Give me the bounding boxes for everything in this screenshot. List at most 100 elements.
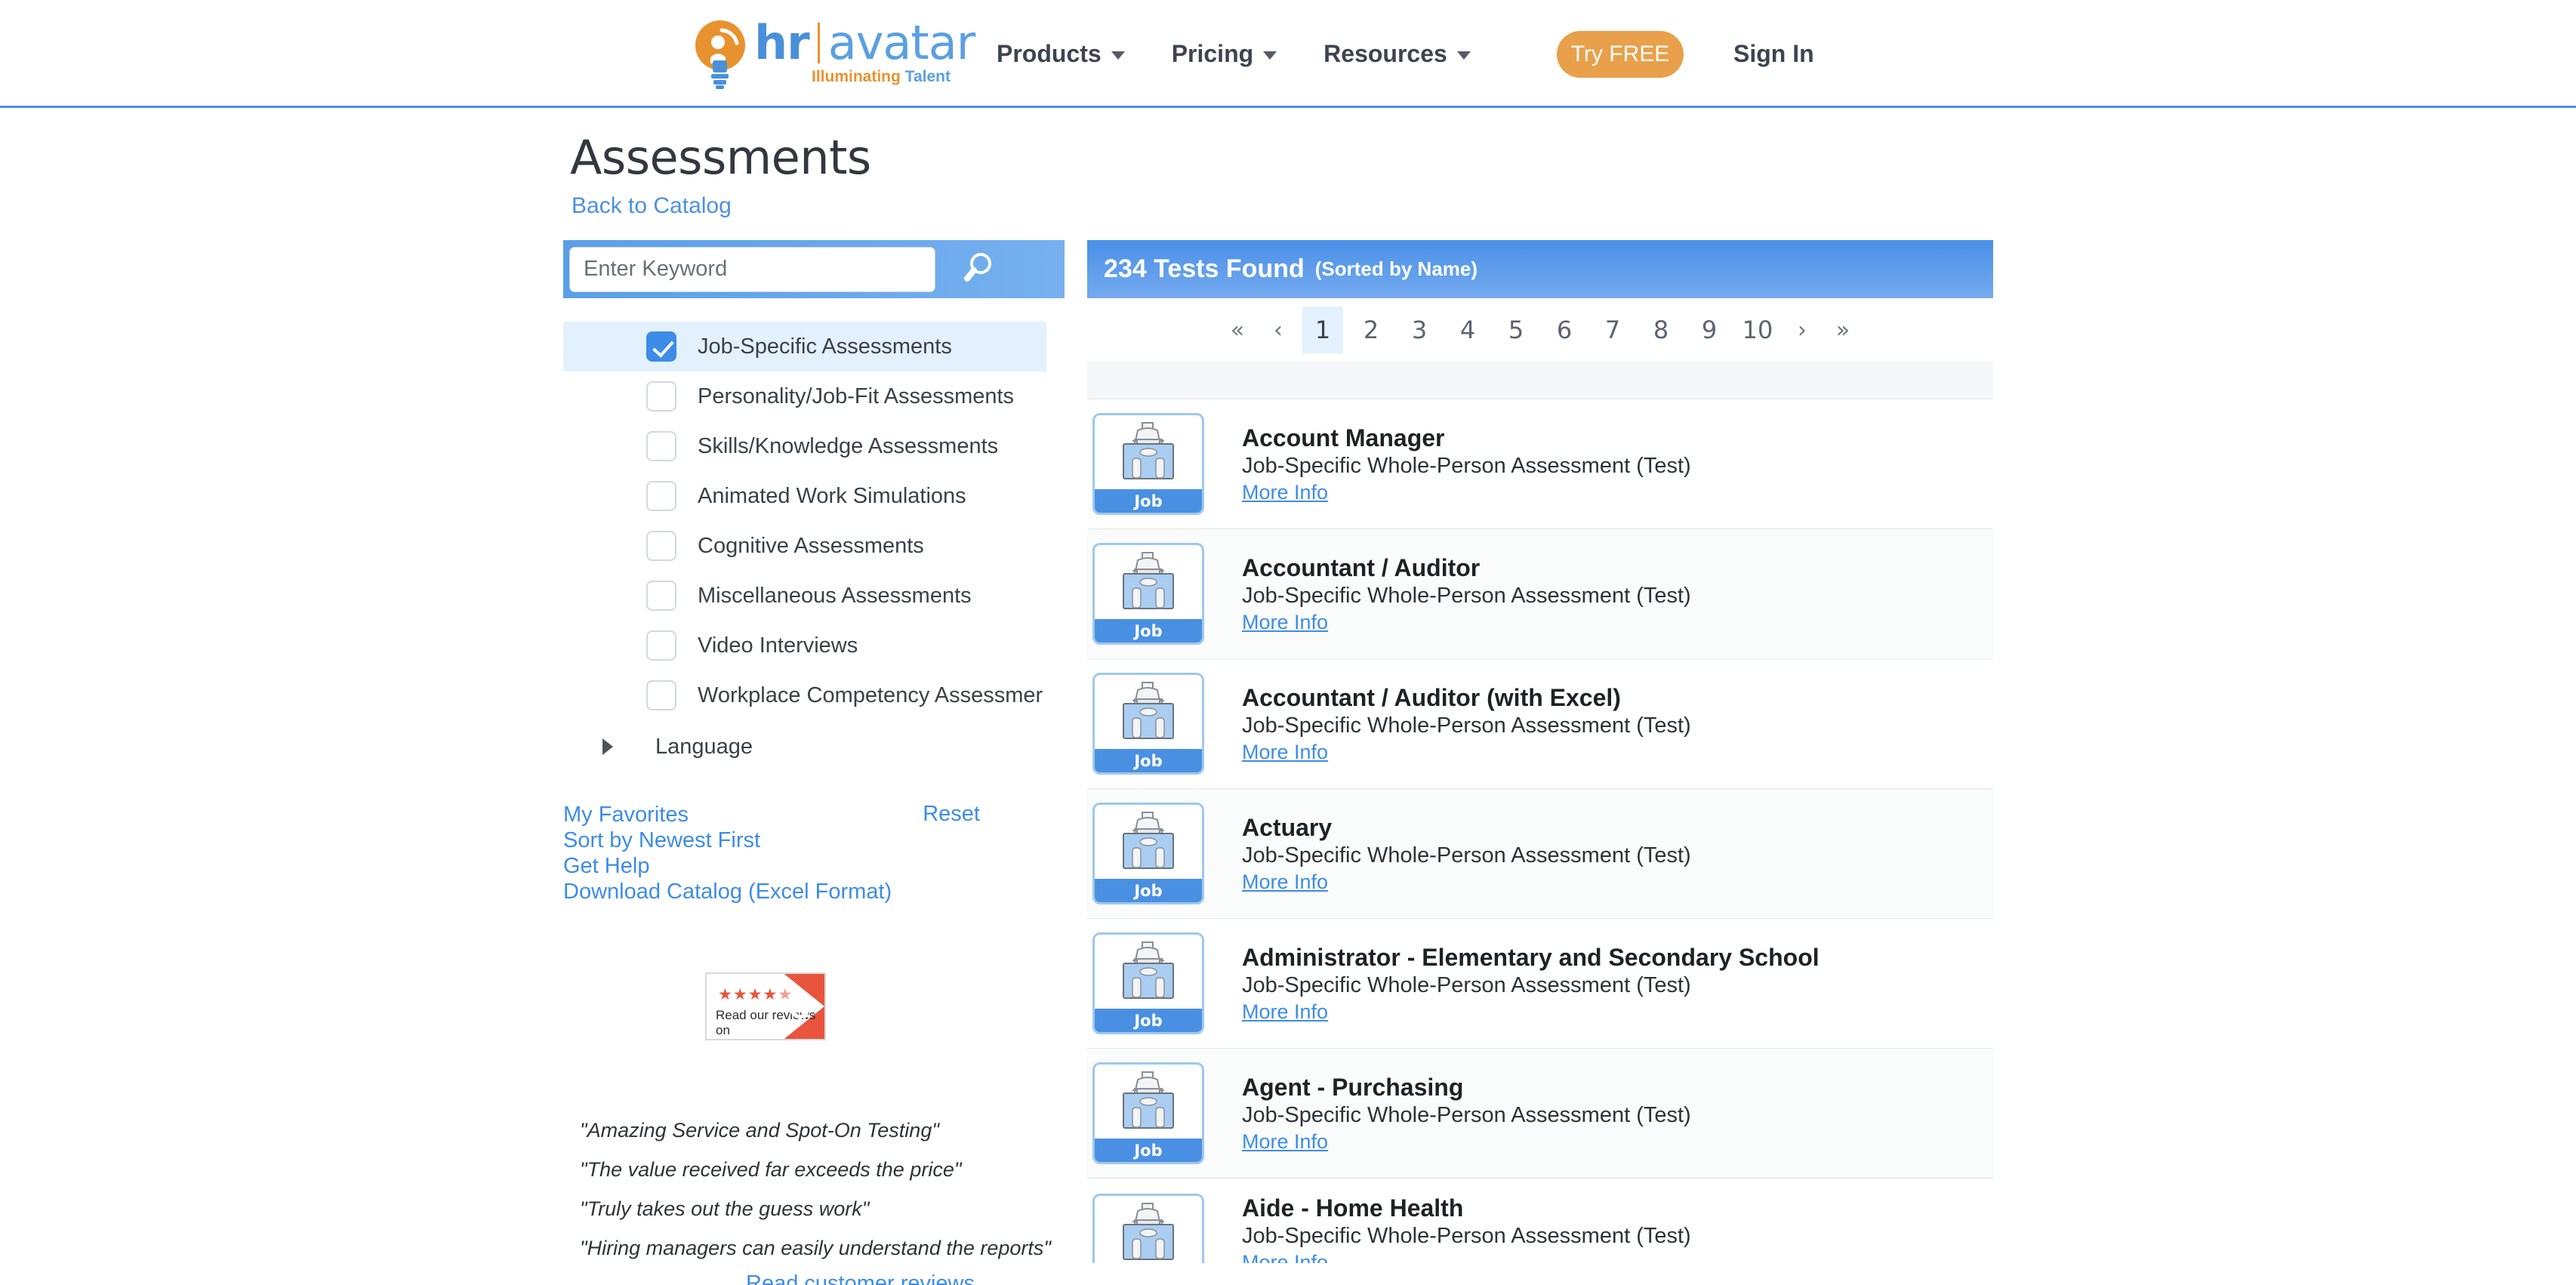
more-info-link[interactable]: More Info (1242, 610, 1691, 635)
chevron-right-icon (602, 738, 613, 755)
star-rating-icon: ★★★★★ (718, 987, 793, 1003)
pagination-page-9[interactable]: 9 (1689, 307, 1730, 353)
checkbox-icon[interactable] (646, 331, 676, 362)
more-info-link[interactable]: More Info (1242, 480, 1691, 505)
filter-label: Personality/Job-Fit Assessments (698, 384, 1015, 408)
table-row[interactable]: Job Accountant / Auditor (with Excel) Jo… (1087, 659, 1993, 789)
row-content: Agent - Purchasing Job-Specific Whole-Pe… (1242, 1073, 1691, 1154)
download-catalog-link[interactable]: Download Catalog (Excel Format) (563, 879, 1046, 904)
filter-job-specific-assessments[interactable]: Job-Specific Assessments (563, 322, 1046, 371)
filter-group-language[interactable]: Language (563, 722, 1046, 772)
pagination-page-8[interactable]: 8 (1641, 307, 1681, 353)
results-header: 234 Tests Found (Sorted by Name) (1087, 240, 1993, 298)
g2-logo-icon: G2 (789, 992, 818, 1022)
sort-by-newest-link[interactable]: Sort by Newest First (563, 827, 1046, 853)
assessment-title: Actuary (1242, 813, 1333, 841)
more-info-link[interactable]: More Info (1242, 1129, 1691, 1154)
pagination-last[interactable]: » (1826, 307, 1860, 353)
more-info-link[interactable]: More Info (1242, 1250, 1691, 1263)
checkbox-icon[interactable] (646, 630, 676, 661)
assessment-subtitle: Job-Specific Whole-Person Assessment (Te… (1242, 713, 1691, 738)
get-help-link[interactable]: Get Help (563, 853, 1046, 879)
more-info-link[interactable]: More Info (1242, 870, 1691, 895)
checkbox-icon[interactable] (646, 531, 676, 561)
lightbulb-person-icon (691, 20, 750, 89)
more-info-link[interactable]: More Info (1242, 740, 1691, 765)
testimonial-quote: "Amazing Service and Spot-On Testing" (580, 1119, 939, 1142)
filter-animated-work-simulations[interactable]: Animated Work Simulations (563, 471, 1046, 521)
briefcase-icon (1095, 675, 1202, 749)
search-icon (959, 250, 995, 288)
pagination-prev[interactable]: ‹ (1262, 307, 1295, 353)
briefcase-icon (1095, 1196, 1202, 1263)
row-content: Actuary Job-Specific Whole-Person Assess… (1242, 813, 1691, 895)
row-content: Accountant / Auditor Job-Specific Whole-… (1242, 553, 1691, 635)
filter-checkbox-list: Job-Specific Assessments Personality/Job… (563, 322, 1046, 772)
assessment-title: Aide - Home Health (1242, 1194, 1464, 1222)
row-content: Account Manager Job-Specific Whole-Perso… (1242, 424, 1691, 505)
results-count: 234 Tests Found (1104, 254, 1305, 283)
table-row[interactable]: Job Actuary Job-Specific Whole-Person As… (1087, 789, 1993, 919)
pagination-page-1[interactable]: 1 (1302, 307, 1343, 353)
read-customer-reviews-link[interactable]: Read customer reviews (746, 1271, 975, 1285)
assessment-subtitle: Job-Specific Whole-Person Assessment (Te… (1242, 972, 1691, 997)
logo-tagline-part2: Talent (904, 68, 951, 85)
checkbox-icon[interactable] (646, 481, 676, 511)
g2-review-badge[interactable]: ★★★★★ Read our reviews on G2 (705, 972, 826, 1040)
chevron-down-icon (1263, 51, 1277, 60)
search-input[interactable] (569, 246, 935, 292)
table-row[interactable]: Job Aide - Home Health Job-Specific Whol… (1087, 1179, 1993, 1263)
checkbox-icon[interactable] (646, 581, 676, 611)
pagination-first[interactable]: « (1221, 307, 1254, 353)
pagination-page-7[interactable]: 7 (1592, 307, 1633, 353)
try-free-button[interactable]: Try FREE (1557, 31, 1684, 78)
assessment-thumbnail: Job (1092, 1062, 1204, 1164)
reset-link[interactable]: Reset (923, 802, 980, 827)
briefcase-icon (1095, 1065, 1202, 1139)
filter-label: Workplace Competency Assessmer (698, 683, 1043, 707)
sign-in-link[interactable]: Sign In (1733, 40, 1814, 68)
more-info-link[interactable]: More Info (1242, 1000, 1820, 1025)
pagination-page-3[interactable]: 3 (1399, 307, 1440, 353)
nav-item-pricing[interactable]: Pricing (1172, 40, 1277, 68)
filter-personality-job-fit-assessments[interactable]: Personality/Job-Fit Assessments (563, 371, 1046, 421)
table-row[interactable]: Job Account Manager Job-Specific Whole-P… (1087, 399, 1993, 529)
pagination-page-5[interactable]: 5 (1496, 307, 1536, 353)
g2-stars-full: ★★★★ (718, 986, 778, 1003)
pagination-page-10[interactable]: 10 (1737, 307, 1778, 353)
logo-tagline: Illuminating Talent (812, 68, 975, 86)
filter-miscellaneous-assessments[interactable]: Miscellaneous Assessments (563, 571, 1046, 621)
nav-item-products[interactable]: Products (997, 40, 1125, 68)
testimonial-list: "Amazing Service and Spot-On Testing" "T… (580, 1119, 1093, 1276)
assessment-thumbnail: Job (1092, 673, 1204, 775)
pagination-next[interactable]: › (1786, 307, 1819, 353)
assessment-thumbnail: Job (1092, 543, 1204, 645)
checkbox-icon[interactable] (646, 431, 676, 461)
assessment-subtitle: Job-Specific Whole-Person Assessment (Te… (1242, 453, 1691, 478)
pagination-page-2[interactable]: 2 (1351, 307, 1391, 353)
filter-cognitive-assessments[interactable]: Cognitive Assessments (563, 521, 1046, 571)
nav-item-resources[interactable]: Resources (1323, 40, 1471, 68)
filter-skills-knowledge-assessments[interactable]: Skills/Knowledge Assessments (563, 421, 1046, 471)
site-logo[interactable]: hr avatar Illuminating Talent (691, 20, 975, 89)
nav-item-products-label: Products (997, 40, 1102, 67)
filter-label: Cognitive Assessments (698, 533, 924, 558)
table-row[interactable]: Job Agent - Purchasing Job-Specific Whol… (1087, 1049, 1993, 1179)
thumbnail-badge: Job (1095, 749, 1202, 772)
pagination-page-4[interactable]: 4 (1447, 307, 1488, 353)
back-to-catalog-link[interactable]: Back to Catalog (572, 193, 732, 219)
briefcase-icon (1095, 805, 1202, 879)
filter-workplace-competency-assessment[interactable]: Workplace Competency Assessmer (563, 670, 1046, 720)
table-row[interactable]: Job Accountant / Auditor Job-Specific Wh… (1087, 529, 1993, 659)
search-bar (563, 240, 1065, 298)
assessment-subtitle: Job-Specific Whole-Person Assessment (Te… (1242, 1224, 1691, 1248)
row-content: Accountant / Auditor (with Excel) Job-Sp… (1242, 683, 1691, 765)
testimonial-quote: "The value received far exceeds the pric… (580, 1158, 962, 1181)
checkbox-icon[interactable] (646, 680, 676, 710)
filter-video-interviews[interactable]: Video Interviews (563, 621, 1046, 670)
briefcase-icon (1095, 545, 1202, 619)
search-button[interactable] (935, 240, 1018, 298)
pagination-page-6[interactable]: 6 (1544, 307, 1585, 353)
table-row[interactable]: Job Administrator - Elementary and Secon… (1087, 919, 1993, 1049)
checkbox-icon[interactable] (646, 381, 676, 411)
